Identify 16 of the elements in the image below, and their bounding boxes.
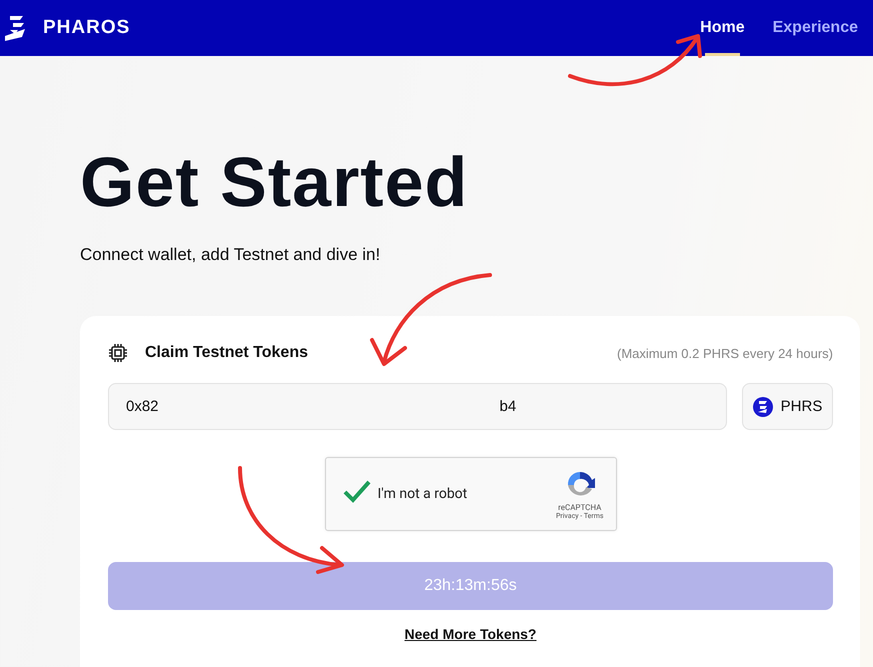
token-button[interactable]: PHRS — [742, 383, 833, 430]
token-logo-icon — [752, 396, 773, 416]
nav-tab[interactable]: Experience — [772, 0, 858, 56]
subtitle: Connect wallet, add Testnet and dive in! — [80, 245, 382, 265]
address-field[interactable]: 0x82 b4 — [108, 383, 727, 430]
chip-icon — [108, 343, 128, 363]
brand-name: PHAROS — [43, 17, 130, 39]
recaptcha-label: reCAPTCHA — [558, 502, 602, 512]
need-more-tokens-link[interactable]: Need More Tokens? — [404, 626, 536, 642]
card-title: Claim Testnet Tokens — [145, 344, 308, 362]
captcha-label: I'm not a robot — [378, 486, 468, 502]
nav-tab[interactable]: Home — [700, 0, 745, 56]
logo-icon — [5, 15, 27, 41]
claim-limit-note: (Maximum 0.2 PHRS every 24 hours) — [616, 346, 833, 360]
checkmark-icon[interactable] — [342, 479, 372, 505]
page-title: Get Started — [80, 142, 470, 222]
